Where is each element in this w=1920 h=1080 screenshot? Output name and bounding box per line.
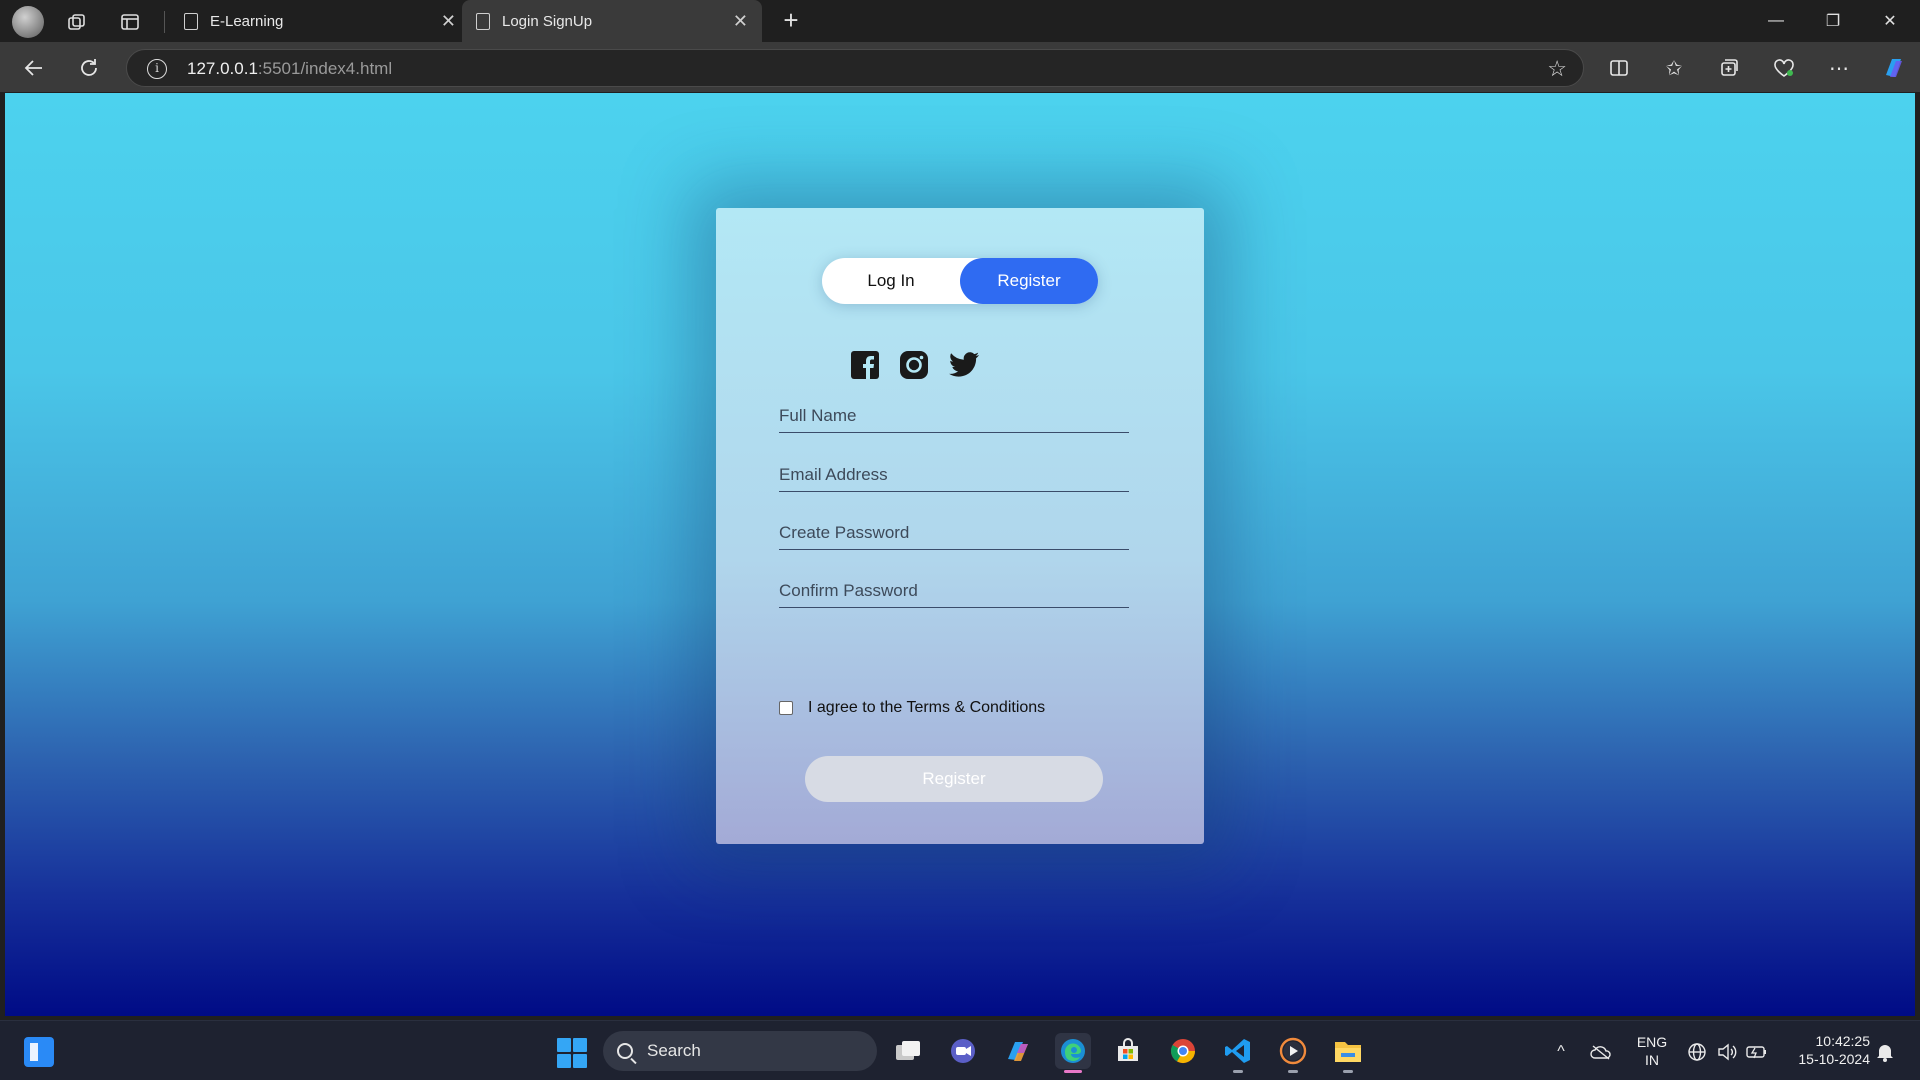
register-submit-button[interactable]: Register [805, 756, 1103, 802]
terms-row: I agree to the Terms & Conditions [779, 699, 1045, 717]
register-toggle-button[interactable]: Register [960, 258, 1098, 304]
running-indicator [1233, 1070, 1243, 1073]
restore-icon[interactable]: ❐ [1805, 0, 1861, 42]
vertical-tabs-icon[interactable] [116, 8, 144, 36]
email-input[interactable] [779, 444, 1129, 491]
clock-date: 15-10-2024 [1798, 1051, 1870, 1067]
battery-icon[interactable] [1746, 1041, 1768, 1063]
auth-toggle: Log In Register [822, 258, 1098, 304]
browser-titlebar: E-Learning ✕ Login SignUp ✕ + — ❐ ✕ [0, 0, 1920, 42]
teams-meet-icon[interactable] [945, 1033, 981, 1069]
close-tab-icon[interactable]: ✕ [441, 11, 456, 32]
full-name-field[interactable] [779, 385, 1129, 433]
close-tab-icon[interactable]: ✕ [733, 11, 748, 32]
search-icon [617, 1043, 633, 1059]
edge-browser-icon[interactable] [1055, 1033, 1091, 1073]
clock[interactable]: 10:42:25 15-10-2024 [1780, 1032, 1870, 1068]
search-label: Search [647, 1041, 701, 1060]
language-indicator[interactable]: ENG IN [1632, 1033, 1672, 1069]
notification-bell-icon[interactable] [1874, 1041, 1896, 1063]
media-player-icon[interactable] [1275, 1033, 1311, 1073]
page-viewport: Log In Register I agree to the Terms & C… [5, 93, 1915, 1016]
collections-icon[interactable] [1713, 52, 1745, 84]
onedrive-offline-icon[interactable] [1590, 1041, 1612, 1063]
favorite-star-icon[interactable]: ☆ [1547, 56, 1567, 82]
close-window-icon[interactable]: ✕ [1862, 0, 1918, 42]
running-indicator [1288, 1070, 1298, 1073]
address-bar[interactable]: i 127.0.0.1:5501/index4.html ☆ [126, 49, 1584, 87]
chevron-up-icon[interactable]: ^ [1550, 1041, 1572, 1063]
clock-time: 10:42:25 [1815, 1033, 1871, 1049]
taskbar-search[interactable]: Search [603, 1031, 877, 1071]
copilot-icon[interactable] [1878, 52, 1910, 84]
page-icon [184, 12, 198, 30]
copilot-app-icon[interactable] [1000, 1033, 1036, 1069]
minimize-icon[interactable]: — [1748, 0, 1804, 42]
microsoft-store-icon[interactable] [1110, 1033, 1146, 1069]
browser-essentials-icon[interactable] [1768, 52, 1800, 84]
terms-checkbox[interactable] [779, 701, 793, 715]
file-explorer-icon[interactable] [1330, 1033, 1366, 1073]
tab-login-signup[interactable]: Login SignUp ✕ [462, 0, 762, 42]
windows-taskbar: Search ^ ENG IN 10:42:25 15-10-2024 [0, 1020, 1920, 1080]
favorites-icon[interactable]: ✩ [1658, 52, 1690, 84]
active-indicator [1064, 1070, 1082, 1073]
split-screen-icon[interactable] [1603, 52, 1635, 84]
facebook-icon[interactable] [848, 348, 882, 382]
start-menu-icon[interactable] [557, 1038, 587, 1068]
tab-e-learning[interactable]: E-Learning ✕ [170, 0, 470, 42]
instagram-icon[interactable] [897, 348, 931, 382]
new-tab-button[interactable]: + [776, 6, 806, 36]
chrome-icon[interactable] [1165, 1033, 1201, 1069]
tab-separator [164, 11, 165, 33]
tab-title: E-Learning [210, 12, 284, 30]
tab-title: Login SignUp [502, 12, 593, 30]
email-field[interactable] [779, 444, 1129, 492]
more-menu-icon[interactable]: ⋯ [1823, 52, 1855, 84]
volume-icon[interactable] [1716, 1041, 1738, 1063]
running-indicator [1343, 1070, 1353, 1073]
vscode-icon[interactable] [1220, 1033, 1256, 1073]
terms-label[interactable]: I agree to the Terms & Conditions [808, 699, 1045, 717]
login-toggle-button[interactable]: Log In [822, 258, 960, 304]
twitter-icon[interactable] [947, 348, 981, 382]
site-info-icon[interactable]: i [147, 59, 167, 79]
full-name-input[interactable] [779, 385, 1129, 432]
workspaces-icon[interactable] [63, 8, 91, 36]
create-password-input[interactable] [779, 502, 1129, 549]
network-globe-icon[interactable] [1686, 1041, 1708, 1063]
refresh-icon[interactable] [73, 52, 105, 84]
page-icon [476, 12, 490, 30]
task-view-icon[interactable] [890, 1033, 926, 1069]
back-icon[interactable] [18, 52, 50, 84]
confirm-password-input[interactable] [779, 560, 1129, 607]
confirm-password-field[interactable] [779, 560, 1129, 608]
browser-toolbar: i 127.0.0.1:5501/index4.html ☆ ✩ ⋯ [0, 42, 1920, 92]
url-text[interactable]: 127.0.0.1:5501/index4.html [187, 59, 392, 79]
create-password-field[interactable] [779, 502, 1129, 550]
widgets-icon[interactable] [24, 1037, 54, 1067]
profile-avatar[interactable] [12, 6, 44, 38]
auth-card: Log In Register I agree to the Terms & C… [716, 208, 1204, 844]
